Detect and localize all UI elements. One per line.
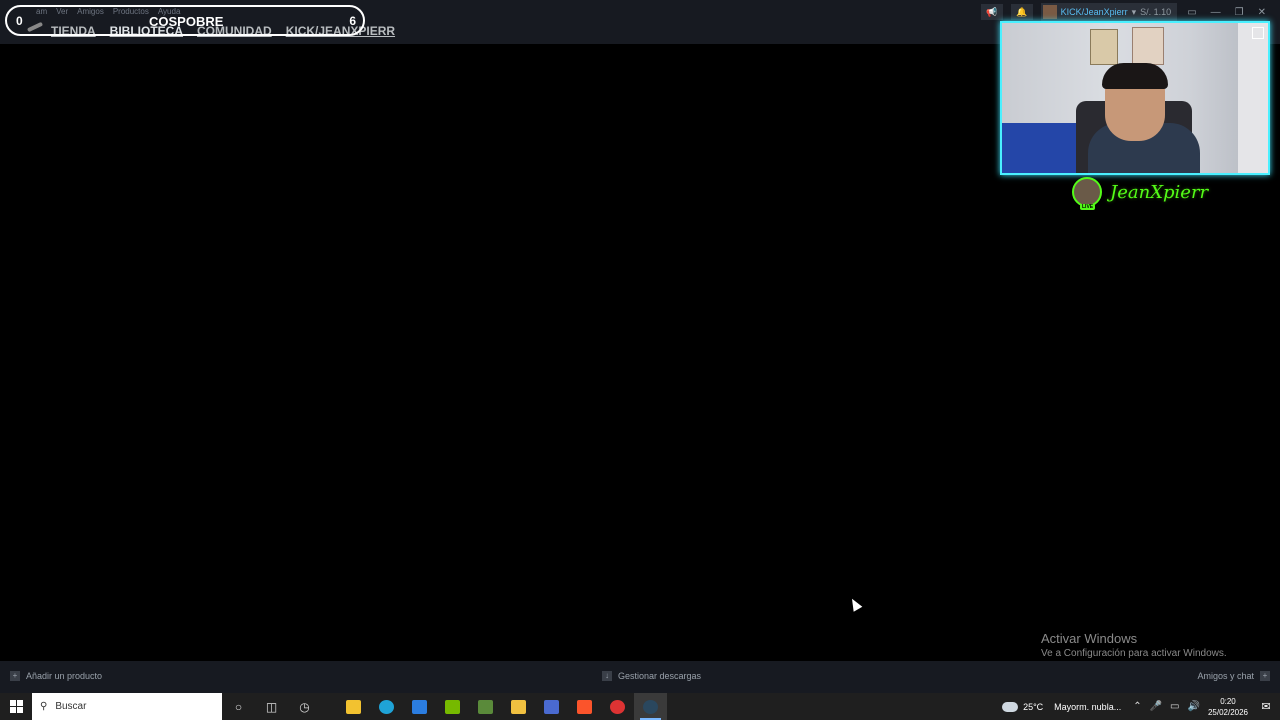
mouse-cursor-icon bbox=[847, 596, 863, 612]
streamer-name: JeanXpierr bbox=[1110, 181, 1209, 203]
webcam-overlay bbox=[1000, 21, 1270, 175]
taskbar-clock[interactable]: 0:20 25/02/2026 bbox=[1208, 696, 1248, 718]
expand-icon bbox=[1252, 27, 1264, 39]
folder-icon[interactable] bbox=[502, 693, 535, 720]
mic-icon[interactable]: 🎤 bbox=[1150, 701, 1162, 712]
start-button[interactable] bbox=[0, 693, 32, 720]
friends-chat-button[interactable]: Amigos y chat + bbox=[1197, 671, 1270, 681]
brave-icon[interactable] bbox=[568, 693, 601, 720]
edge-icon[interactable] bbox=[370, 693, 403, 720]
score-left: 0 bbox=[16, 14, 23, 28]
task-view-icon[interactable]: ◫ bbox=[255, 693, 288, 720]
chrome-icon[interactable] bbox=[601, 693, 634, 720]
user-account-menu[interactable]: KICK/JeanXpierr ▾ S/. 1.10 bbox=[1040, 3, 1178, 21]
score-right: 6 bbox=[349, 14, 356, 28]
wallet-balance: S/. 1.10 bbox=[1140, 7, 1172, 17]
streamer-avatar: LIVE bbox=[1072, 177, 1102, 210]
restore-icon[interactable]: ❐ bbox=[1235, 7, 1244, 18]
system-tray: 25°C Mayorm. nubla... ⌃ 🎤 ▭ 🔊 0:20 25/02… bbox=[1002, 693, 1280, 720]
monitor-icon[interactable]: ▭ bbox=[1187, 7, 1196, 18]
tray-icons: ⌃ 🎤 ▭ 🔊 bbox=[1133, 701, 1200, 712]
chat-icon: + bbox=[1260, 671, 1270, 681]
scoreboard-overlay: 0 COSPOBRE 6 bbox=[5, 5, 365, 36]
minecraft-icon[interactable] bbox=[469, 693, 502, 720]
weather-widget[interactable]: 25°C Mayorm. nubla... bbox=[1002, 701, 1121, 712]
store-icon[interactable] bbox=[337, 693, 370, 720]
minimize-icon[interactable]: — bbox=[1211, 7, 1221, 18]
megaphone-icon[interactable]: 📢 bbox=[980, 4, 1003, 20]
cortana-icon[interactable]: ○ bbox=[222, 693, 255, 720]
wall-poster bbox=[1132, 27, 1164, 65]
window-controls: ▭ — ❐ ✕ bbox=[1187, 7, 1266, 18]
avatar bbox=[1042, 5, 1057, 19]
search-icon: ⚲ bbox=[40, 701, 48, 712]
wall-poster bbox=[1090, 29, 1118, 65]
network-icon[interactable]: ▭ bbox=[1170, 701, 1179, 712]
speed-icon[interactable]: ◷ bbox=[288, 693, 321, 720]
nvidia-icon[interactable] bbox=[436, 693, 469, 720]
streamer-tag: LIVE JeanXpierr bbox=[1072, 177, 1209, 210]
chevron-up-icon[interactable]: ⌃ bbox=[1133, 701, 1141, 712]
windows-taskbar: ⚲ Buscar ○ ◫ ◷ 25°C Mayorm. nubla... ⌃ 🎤… bbox=[0, 693, 1280, 720]
weather-icon bbox=[1002, 701, 1019, 712]
download-icon: ↓ bbox=[602, 671, 612, 681]
activate-windows-watermark: Activar Windows Ve a Configuración para … bbox=[1041, 631, 1227, 659]
user-name: KICK/JeanXpierr bbox=[1060, 7, 1128, 17]
add-product-button[interactable]: + Añadir un producto bbox=[10, 671, 102, 681]
steam-icon[interactable] bbox=[634, 693, 667, 720]
bolt-icon bbox=[26, 21, 44, 33]
app-icon[interactable] bbox=[535, 693, 568, 720]
bell-icon[interactable]: 🔔 bbox=[1010, 4, 1033, 20]
live-badge: LIVE bbox=[1080, 204, 1096, 210]
volume-icon[interactable]: 🔊 bbox=[1188, 701, 1200, 712]
notification-icon[interactable]: ✉ bbox=[1256, 700, 1276, 713]
close-icon[interactable]: ✕ bbox=[1258, 7, 1266, 18]
manage-downloads-button[interactable]: ↓ Gestionar descargas bbox=[602, 671, 701, 681]
taskbar-search-input[interactable]: ⚲ Buscar bbox=[32, 693, 222, 720]
mail-icon[interactable] bbox=[403, 693, 436, 720]
score-title: COSPOBRE bbox=[149, 14, 224, 29]
chevron-down-icon: ▾ bbox=[1131, 6, 1137, 17]
plus-icon: + bbox=[10, 671, 20, 681]
windows-logo-icon bbox=[9, 700, 23, 713]
steam-bottombar: + Añadir un producto ↓ Gestionar descarg… bbox=[0, 661, 1280, 693]
